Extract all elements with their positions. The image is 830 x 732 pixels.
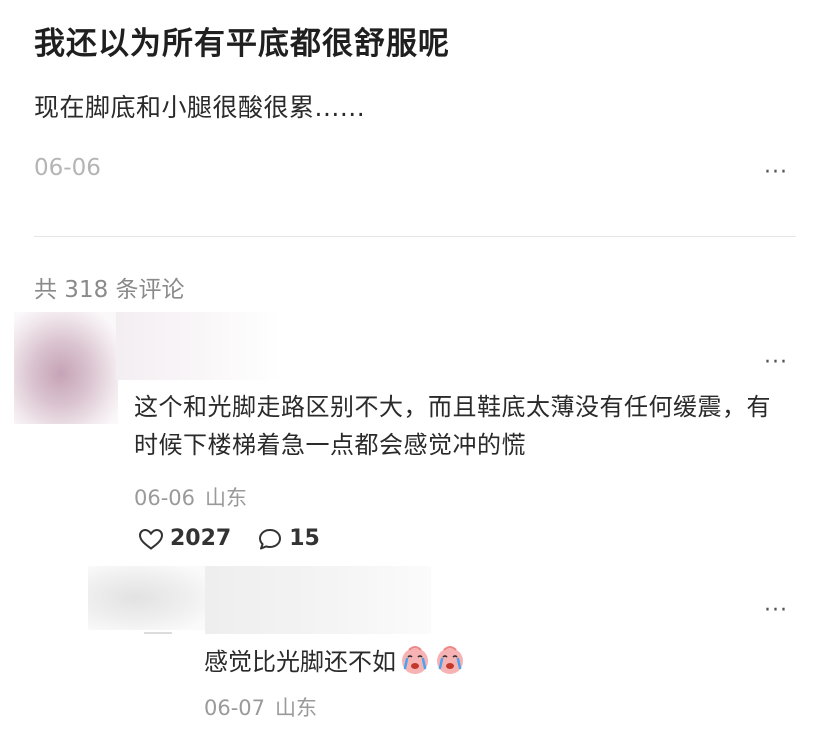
like-button[interactable]: 2027 [138,526,231,551]
heart-icon [138,528,164,550]
comment-meta: 06-06 山东 [134,482,247,512]
post-body: 现在脚底和小腿很酸很累...... [34,93,366,122]
post-more-icon[interactable]: ··· [764,162,788,184]
comment-count: 共 318 条评论 [34,277,185,303]
reply-date: 06-07 [204,696,266,720]
comment-actions: 2027 15 [138,526,346,551]
reply-more-icon[interactable]: ··· [764,600,788,622]
post-date: 06-06 [34,155,101,181]
decorative-line [144,632,172,634]
comment-date: 06-06 [134,486,196,510]
reply-text: 感觉比光脚还不如 [204,648,396,676]
like-count: 2027 [170,526,232,551]
reply-meta: 06-07 山东 [204,692,317,722]
comment-location: 山东 [205,486,248,510]
divider [34,236,796,237]
reply-location: 山东 [275,696,318,720]
reply-text-row: 感觉比光脚还不如 [204,642,466,677]
post-title: 我还以为所有平底都很舒服呢 [34,26,450,62]
comment-bubble-icon [259,528,282,549]
crying-face-icon [402,645,428,674]
crying-face-icon [437,645,463,674]
avatar[interactable] [88,566,208,630]
reply-count: 15 [289,526,320,551]
comment-more-icon[interactable]: ··· [764,352,788,374]
reply-button[interactable]: 15 [257,526,320,551]
username-blurred[interactable] [205,566,431,634]
comment-text: 这个和光脚走路区别不大，而且鞋底太薄没有任何缓震，有时候下楼梯着急一点都会感觉冲… [134,393,771,459]
avatar[interactable] [14,312,118,424]
username-blurred[interactable] [116,312,282,380]
